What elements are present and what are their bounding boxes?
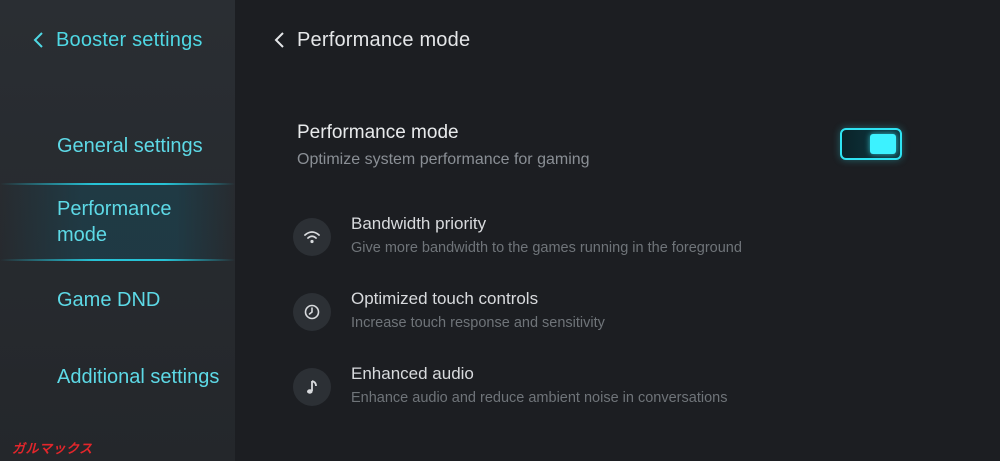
watermark-logo: ガルマックス [12,441,93,456]
performance-mode-title: Performance mode [297,122,459,143]
feature-title: Optimized touch controls [351,289,539,308]
feature-enhanced-audio: Enhanced audio Enhance audio and reduce … [293,364,913,412]
feature-subtitle: Give more bandwidth to the games running… [351,240,742,256]
feature-title: Bandwidth priority [351,214,487,233]
sidebar-item-label: Additional settings [57,366,220,388]
chevron-left-icon [271,26,289,54]
main-panel: Performance mode Performance mode Optimi… [235,0,1000,461]
sidebar: Booster settings General settings Perfor… [0,0,235,461]
feature-title: Enhanced audio [351,364,474,383]
sidebar-item-additional-settings[interactable]: Additional settings [0,364,235,390]
sidebar-title: Booster settings [56,28,203,51]
sidebar-back-button[interactable]: Booster settings [30,26,203,54]
clock-icon [293,293,331,331]
feature-optimized-touch-controls: Optimized touch controls Increase touch … [293,289,913,337]
sidebar-item-label: General settings [57,135,203,157]
wifi-icon [293,218,331,256]
toggle-knob [870,134,896,154]
sidebar-item-game-dnd[interactable]: Game DND [0,287,235,313]
sidebar-item-performance-mode[interactable]: Performance mode [0,183,235,261]
feature-bandwidth-priority: Bandwidth priority Give more bandwidth t… [293,214,913,262]
feature-subtitle: Increase touch response and sensitivity [351,315,605,331]
performance-mode-subtitle: Optimize system performance for gaming [297,151,590,168]
sidebar-item-label: Game DND [57,289,161,311]
page-title: Performance mode [297,28,471,51]
sidebar-item-label: Performance mode [57,198,172,246]
performance-mode-toggle[interactable] [840,128,902,160]
feature-subtitle: Enhance audio and reduce ambient noise i… [351,390,728,406]
sidebar-item-general-settings[interactable]: General settings [0,133,235,159]
music-note-icon [293,368,331,406]
main-back-button[interactable]: Performance mode [271,26,470,54]
chevron-left-icon [30,26,48,54]
